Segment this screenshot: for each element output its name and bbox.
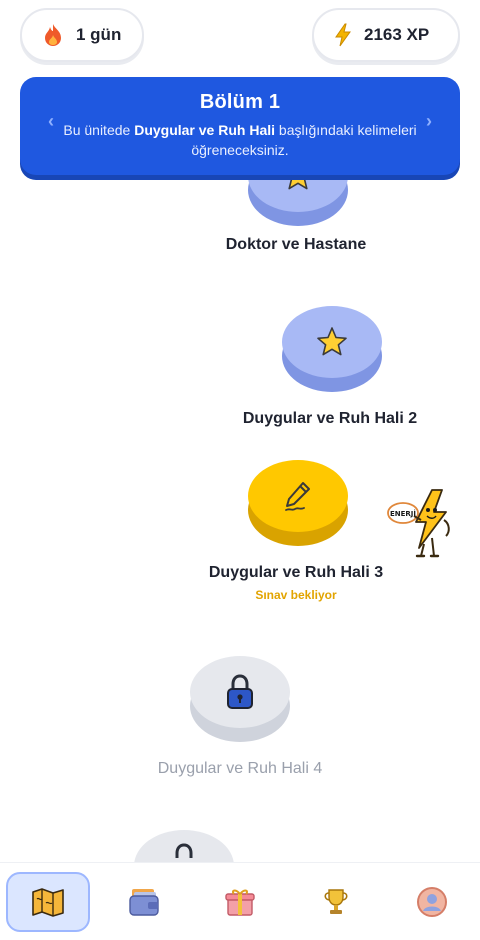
unit-description: Bu ünitede Duygular ve Ruh Hali başlığın… [60, 120, 420, 160]
pencil-icon [285, 482, 310, 511]
xp-label: 2163 XP [364, 25, 430, 44]
map-icon [32, 887, 64, 917]
nav-gift[interactable] [198, 872, 282, 932]
unit-description-topic: Duygular ve Ruh Hali [134, 122, 276, 138]
unit-description-prefix: Bu ünitede [63, 122, 135, 138]
prev-unit-button[interactable]: ‹ [48, 111, 54, 132]
lesson-node-duygular-3[interactable] [248, 460, 348, 546]
lesson-title: Doktor ve Hastane [225, 236, 367, 253]
star-icon [317, 327, 347, 356]
streak-pill[interactable]: 1 gün [20, 8, 144, 62]
lock-icon [227, 674, 253, 709]
trophy-icon [324, 888, 348, 914]
lightning-icon [335, 23, 351, 47]
lesson-node-top [248, 460, 348, 532]
next-unit-button[interactable]: › [426, 111, 432, 132]
unit-banner: ‹ › Bölüm 1 Bu ünitede Duygular ve Ruh H… [20, 77, 460, 175]
nav-trophy[interactable] [294, 872, 378, 932]
lesson-status: Sınav bekliyor [255, 588, 337, 602]
xp-pill[interactable]: 2163 XP [312, 8, 460, 62]
lesson-node-duygular-4[interactable] [190, 656, 290, 742]
flame-icon [45, 24, 61, 46]
lesson-node-top [190, 656, 290, 728]
unit-title: Bölüm 1 [199, 91, 281, 113]
lesson-node-duygular-2[interactable] [282, 306, 382, 392]
nav-map[interactable] [6, 871, 90, 932]
lesson-title: Duygular ve Ruh Hali 4 [157, 760, 323, 777]
mascot-sign-text: ENERJİ [390, 509, 416, 518]
nav-wallet[interactable] [102, 872, 186, 932]
lesson-title: Duygular ve Ruh Hali 3 [208, 564, 384, 581]
profile-icon [417, 886, 447, 917]
lesson-node-top [282, 306, 382, 378]
wallet-icon [129, 888, 159, 916]
energy-mascot-icon[interactable]: ENERJİ [386, 488, 462, 560]
streak-label: 1 gün [76, 25, 122, 44]
gift-icon [225, 889, 255, 916]
bottom-navigation [0, 862, 480, 940]
nav-profile[interactable] [390, 872, 474, 932]
lesson-title: Duygular ve Ruh Hali 2 [242, 410, 418, 427]
